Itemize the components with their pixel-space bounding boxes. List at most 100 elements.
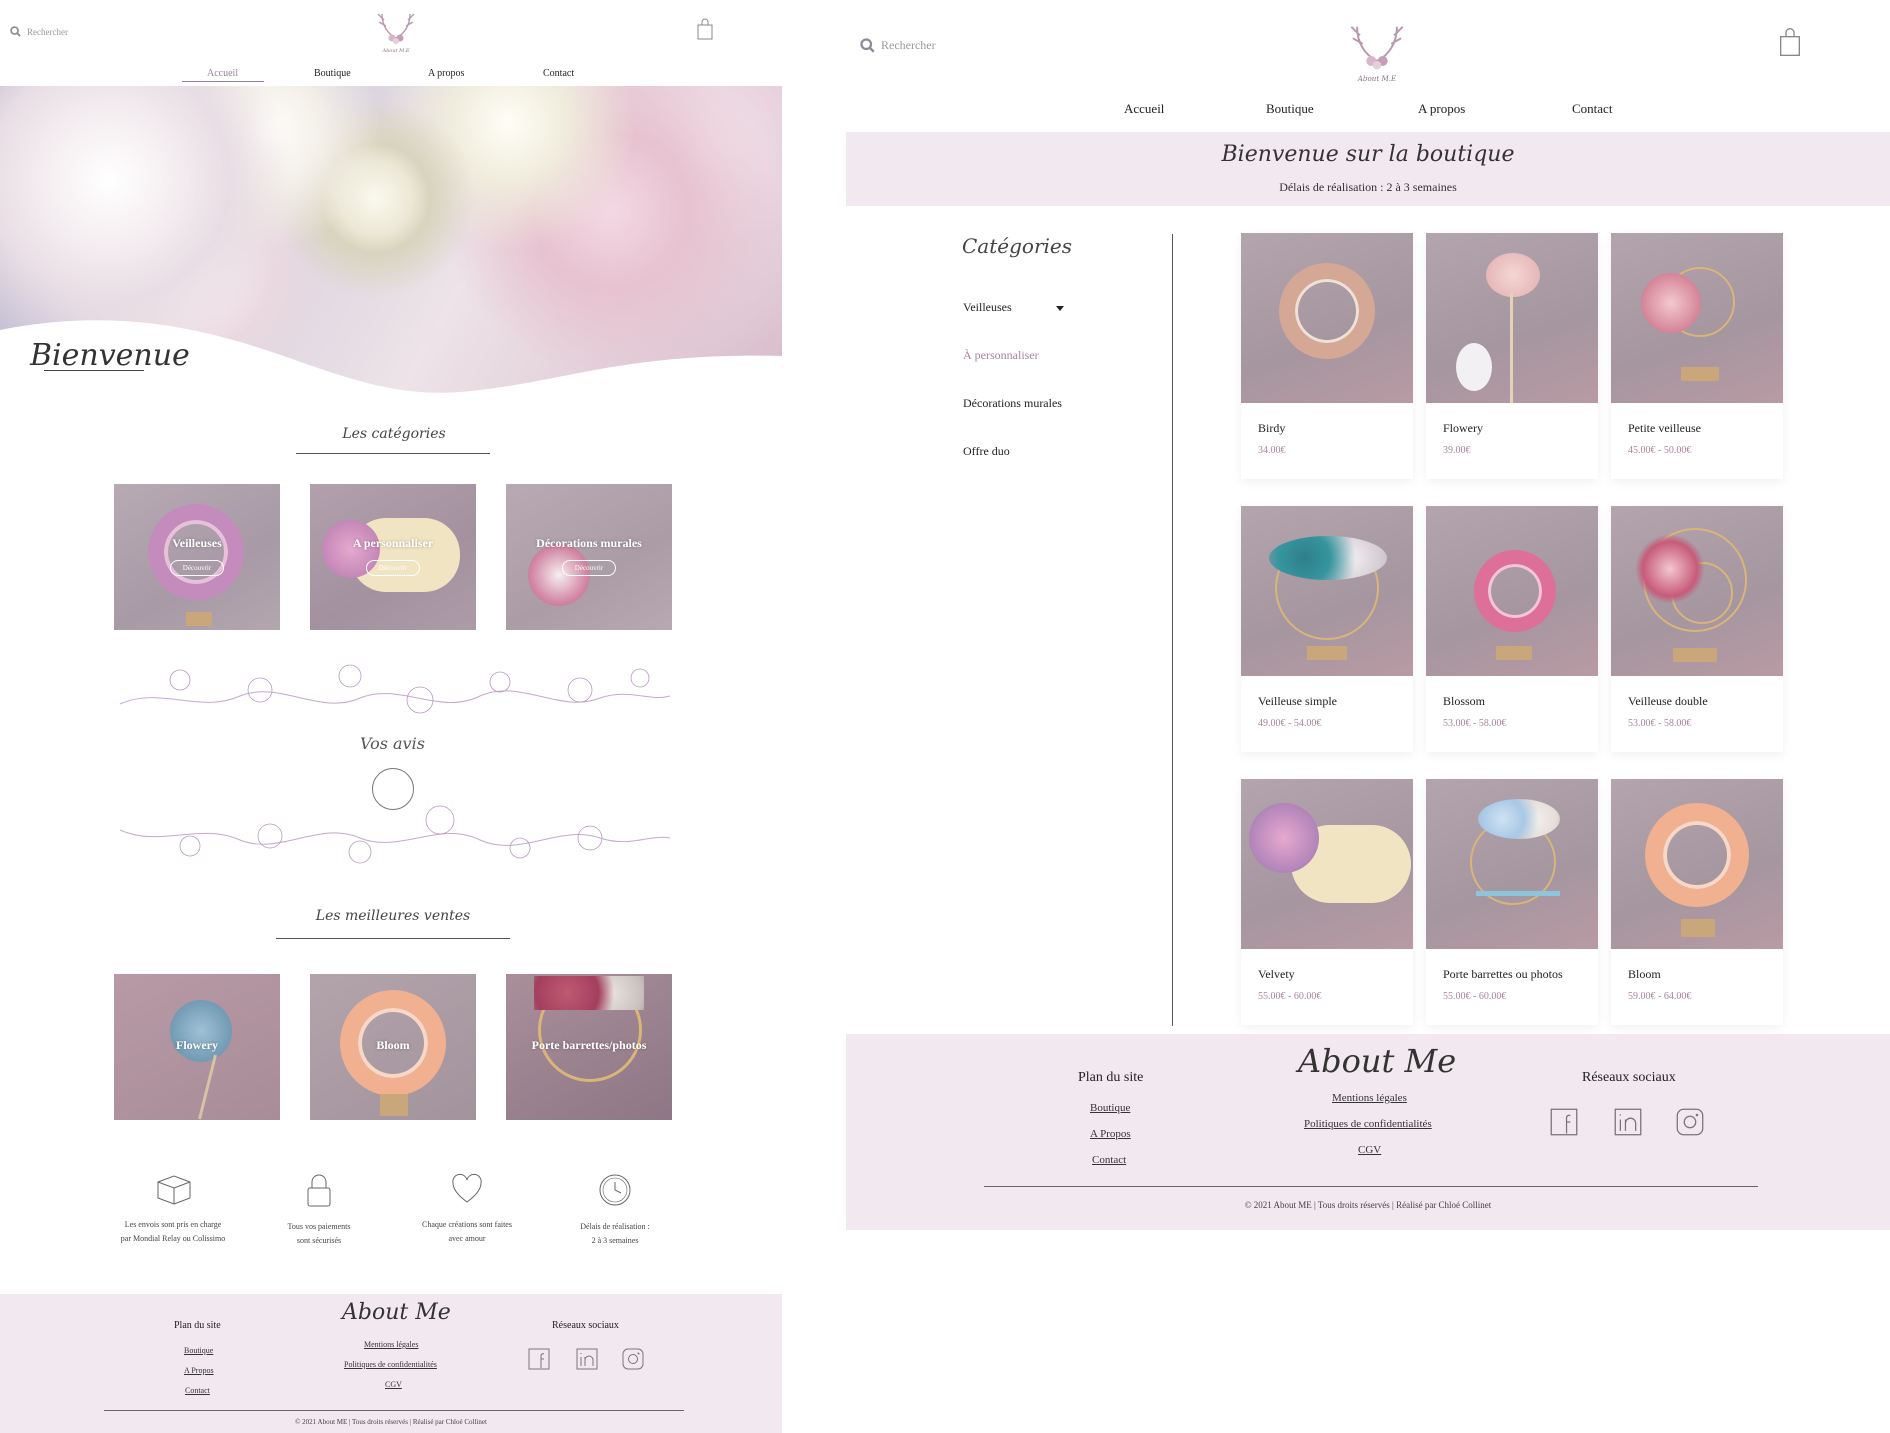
product-name: Porte barrettes ou photos	[1443, 967, 1563, 981]
hero-title: Bienvenue	[30, 338, 190, 373]
banner-subtitle: Délais de réalisation : 2 à 3 semaines	[1279, 180, 1457, 194]
bestseller-tile-bloom[interactable]: Bloom	[310, 974, 476, 1120]
banner-title: Bienvenue sur la boutique	[1221, 142, 1515, 167]
shopping-bag-icon[interactable]	[1778, 26, 1802, 58]
discover-button[interactable]: Découvrir	[366, 560, 420, 576]
bestsellers-title: Les meilleures ventes	[315, 908, 471, 924]
product-card-veilleuse-simple[interactable]: Veilleuse simple 49.00€ - 54.00€	[1241, 506, 1413, 752]
search-input[interactable]: Rechercher	[27, 27, 68, 37]
footer-link-contact[interactable]: Contact	[1092, 1154, 1126, 1166]
clock-icon	[599, 1174, 631, 1206]
search-box[interactable]: Rechercher	[860, 38, 936, 53]
discover-button[interactable]: Découvrir	[170, 560, 224, 576]
footer-link-a-propos[interactable]: A Propos	[184, 1366, 214, 1375]
logo-antlers-icon[interactable]: About M.E	[370, 8, 422, 54]
nav-boutique[interactable]: Boutique	[1266, 101, 1314, 117]
logo-antlers-icon[interactable]: About M.E	[1340, 18, 1414, 84]
nav-contact[interactable]: Contact	[543, 68, 574, 79]
sitemap-title: Plan du site	[1078, 1070, 1144, 1085]
category-decorations-murales[interactable]: Décorations murales	[963, 396, 1062, 411]
floral-border-top	[120, 664, 670, 714]
bestseller-tile-flowery[interactable]: Flowery	[114, 974, 280, 1120]
product-photo	[1611, 779, 1783, 949]
facebook-icon[interactable]	[1550, 1108, 1578, 1136]
feature-text: Chaque créations sont faites avec amour	[422, 1220, 512, 1243]
footer-link-contact[interactable]: Contact	[185, 1386, 210, 1395]
shopping-bag-icon[interactable]	[696, 18, 714, 40]
padlock-icon	[307, 1174, 331, 1207]
search-box[interactable]: Rechercher	[10, 26, 68, 37]
reviews-title: Vos avis	[360, 734, 425, 753]
instagram-icon[interactable]	[1676, 1108, 1704, 1136]
nav-accueil[interactable]: Accueil	[1124, 101, 1164, 117]
product-price: 45.00€ - 50.00€	[1628, 445, 1692, 456]
feature-payment: Tous vos paiements sont sécurisés	[244, 1172, 394, 1248]
category-label: A personnaliser	[352, 536, 434, 550]
product-card-petite-veilleuse[interactable]: Petite veilleuse 45.00€ - 50.00€	[1611, 233, 1783, 479]
product-photo	[1426, 233, 1598, 403]
category-tile-decorations-murales[interactable]: Décorations murales Découvrir	[506, 484, 672, 630]
hero-title-underline	[44, 370, 144, 371]
product-photo	[1241, 233, 1413, 403]
category-label: Veilleuses	[172, 536, 222, 550]
footer-link-confidentialite[interactable]: Politiques de confidentialités	[344, 1360, 437, 1369]
logo-text: About M.E	[1357, 74, 1397, 83]
social-title: Réseaux sociaux	[1582, 1070, 1676, 1085]
logo-text: About M.E	[382, 48, 410, 54]
footer-link-mentions[interactable]: Mentions légales	[364, 1340, 418, 1349]
product-card-porte-barrettes[interactable]: Porte barrettes ou photos 55.00€ - 60.00…	[1426, 779, 1598, 1025]
footer-brand: About Me	[342, 1300, 451, 1325]
product-price: 49.00€ - 54.00€	[1258, 718, 1322, 729]
footer-link-mentions[interactable]: Mentions légales	[1332, 1092, 1407, 1104]
product-name: Petite veilleuse	[1628, 421, 1701, 435]
chevron-down-icon[interactable]	[1056, 306, 1064, 311]
feature-text: Délais de réalisation :2 à 3 semaines	[580, 1222, 650, 1245]
nav-a-propos[interactable]: A propos	[1418, 101, 1465, 117]
category-offre-duo[interactable]: Offre duo	[963, 444, 1010, 459]
product-name: Veilleuse double	[1628, 694, 1708, 708]
product-card-veilleuse-double[interactable]: Veilleuse double 53.00€ - 58.00€	[1611, 506, 1783, 752]
footer-link-boutique[interactable]: Boutique	[1090, 1102, 1130, 1114]
nav-accueil[interactable]: Accueil	[207, 68, 238, 79]
product-photo	[1611, 233, 1783, 403]
footer-link-cgv[interactable]: CGV	[1358, 1144, 1381, 1156]
product-price: 39.00€	[1443, 445, 1471, 456]
linkedin-icon[interactable]	[1614, 1108, 1642, 1136]
sidebar-divider	[1172, 234, 1173, 1026]
product-card-blossom[interactable]: Blossom 53.00€ - 58.00€	[1426, 506, 1598, 752]
nav-a-propos[interactable]: A propos	[428, 68, 464, 79]
category-tile-veilleuses[interactable]: Veilleuses Découvrir	[114, 484, 280, 630]
shop-banner: Bienvenue sur la boutique Délais de réal…	[846, 132, 1890, 206]
shop-page: Rechercher About M.E Accueil Boutique A …	[846, 0, 1890, 1230]
home-page: Rechercher About M.E Accueil Boutique A …	[0, 0, 782, 1433]
footer-link-boutique[interactable]: Boutique	[184, 1346, 213, 1355]
nav-boutique[interactable]: Boutique	[314, 68, 351, 79]
footer-link-a-propos[interactable]: A Propos	[1090, 1128, 1131, 1140]
linkedin-icon[interactable]	[576, 1348, 598, 1370]
sitemap-title: Plan du site	[174, 1320, 221, 1331]
bestseller-tile-porte-barrettes[interactable]: Porte barrettes/photos	[506, 974, 672, 1120]
category-tile-a-personnaliser[interactable]: A personnaliser Découvrir	[310, 484, 476, 630]
product-name: Bloom	[1628, 967, 1661, 981]
feature-text: Les envois sont pris en charge par Mondia…	[120, 1220, 226, 1243]
product-card-bloom[interactable]: Bloom 59.00€ - 64.00€	[1611, 779, 1783, 1025]
instagram-icon[interactable]	[622, 1348, 644, 1370]
product-name: Blossom	[1443, 694, 1486, 708]
footer-link-cgv[interactable]: CGV	[385, 1380, 402, 1389]
product-card-birdy[interactable]: Birdy 34.00€	[1241, 233, 1413, 479]
nav-contact[interactable]: Contact	[1572, 101, 1612, 117]
product-card-velvety[interactable]: Velvety 55.00€ - 60.00€	[1241, 779, 1413, 1025]
category-veilleuses[interactable]: Veilleuses	[963, 300, 1012, 315]
product-card-flowery[interactable]: Flowery 39.00€	[1426, 233, 1598, 479]
facebook-icon[interactable]	[528, 1348, 550, 1370]
footer: Plan du site Boutique A Propos Contact A…	[0, 1294, 782, 1433]
search-input[interactable]: Rechercher	[881, 38, 936, 53]
categories-title: Les catégories	[342, 426, 446, 442]
package-icon	[157, 1175, 191, 1205]
floral-border-bottom	[120, 805, 670, 864]
discover-button[interactable]: Découvrir	[562, 560, 616, 576]
footer-link-confidentialite[interactable]: Politiques de confidentialités	[1304, 1118, 1432, 1130]
product-price: 59.00€ - 64.00€	[1628, 991, 1692, 1002]
category-a-personnaliser[interactable]: À personnaliser	[963, 348, 1039, 363]
product-name: Veilleuse simple	[1258, 694, 1337, 708]
